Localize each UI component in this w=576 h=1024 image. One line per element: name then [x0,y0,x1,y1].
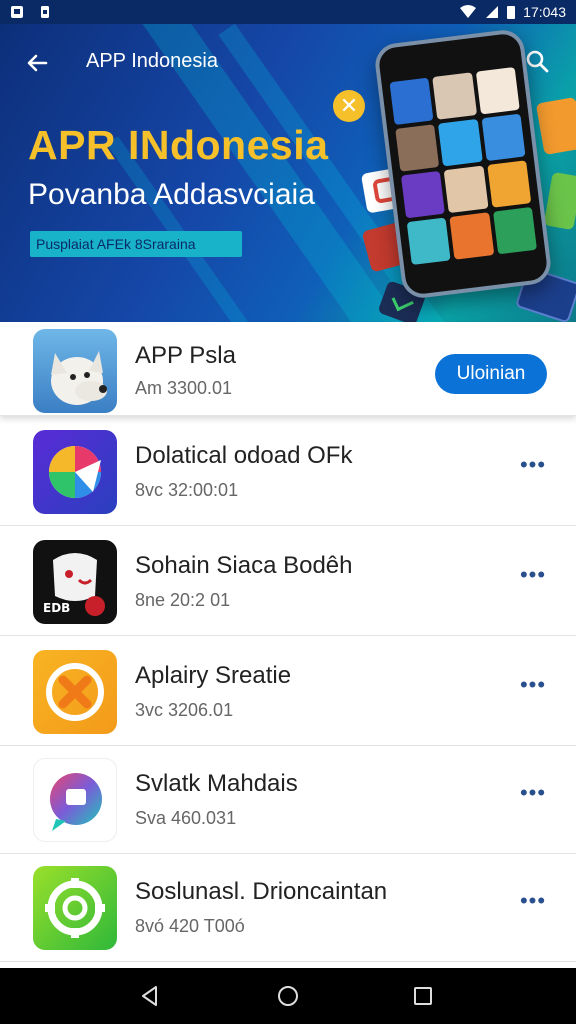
page-title: APP Indonesia [86,50,218,72]
wifi-icon [460,5,477,18]
arrow-left-icon[interactable] [22,48,52,78]
app-name: Sohain Siaca Bodêh [135,552,353,579]
hero-banner: APP Indonesia APR INdonesia Povanba Adda… [0,24,576,322]
install-button[interactable]: Uloinian [435,354,547,394]
app-meta: Sva 460.031 [135,808,237,828]
featured-app-meta: Am 3300.01 [135,378,233,398]
more-options-icon[interactable]: ••• [516,674,550,700]
system-nav-bar [0,968,576,1024]
more-options-icon[interactable]: ••• [516,890,550,916]
app-name: Aplairy Sreatie [135,662,292,689]
app-name: Soslunasl. Drioncaintan [135,878,388,905]
sim-icon [41,6,49,18]
home-circle-icon[interactable] [276,984,300,1008]
app-row[interactable]: Aplairy Sreatie 3vc 3206.01 ••• [0,636,576,746]
recents-square-icon[interactable] [411,984,435,1008]
app-meta: 8vó 420 T00ó [135,916,245,936]
hero-subtitle: Povanba Addasvciaia [28,178,315,211]
app-name: Dolatical odoad OFk [135,442,353,469]
status-time: 17:043 [523,4,566,20]
more-options-icon[interactable]: ••• [516,564,550,590]
camera-app-icon [33,866,117,950]
app-meta: 8vc 32:00:01 [135,480,239,500]
featured-app-name: APP Psla [135,342,236,369]
app-row[interactable]: Soslunasl. Drioncaintan 8vó 420 T00ó ••• [0,854,576,962]
status-bar: 17:043 [0,0,576,24]
app-meta: 8ne 20:2 01 [135,590,231,610]
notification-icon [11,6,23,18]
svg-text:EDB: EDB [43,601,70,615]
close-icon[interactable]: ✕ [333,90,365,122]
search-icon[interactable] [524,48,552,76]
app-row[interactable]: Dolatical odoad OFk 8vc 32:00:01 ••• [0,416,576,526]
more-options-icon[interactable]: ••• [516,454,550,480]
hero-title: APR INdonesia [28,122,329,168]
more-options-icon[interactable]: ••• [516,782,550,808]
ghost-app-icon: EDB [33,540,117,624]
dog-icon [33,329,117,413]
color-wheel-app-icon [33,430,117,514]
battery-icon [507,6,516,19]
phone-mockup [372,27,554,301]
app-row[interactable]: Svlatk Mahdais Sva 460.031 ••• [0,746,576,854]
app-meta: 3vc 3206.01 [135,700,234,720]
app-row[interactable]: EDB Sohain Siaca Bodêh 8ne 20:2 01 ••• [0,526,576,636]
back-triangle-icon[interactable] [138,984,162,1008]
phone-screen [389,66,537,265]
chat-app-icon [33,758,117,842]
x-app-icon [33,650,117,734]
featured-app-row[interactable]: APP Psla Am 3300.01 Uloinian [0,322,576,416]
floating-app-card [535,96,576,156]
floating-app-card [543,171,576,231]
signal-icon [486,6,499,18]
hero-tag[interactable]: Pusplaiat AFEk 8Sraraina [30,231,242,257]
app-name: Svlatk Mahdais [135,770,298,797]
